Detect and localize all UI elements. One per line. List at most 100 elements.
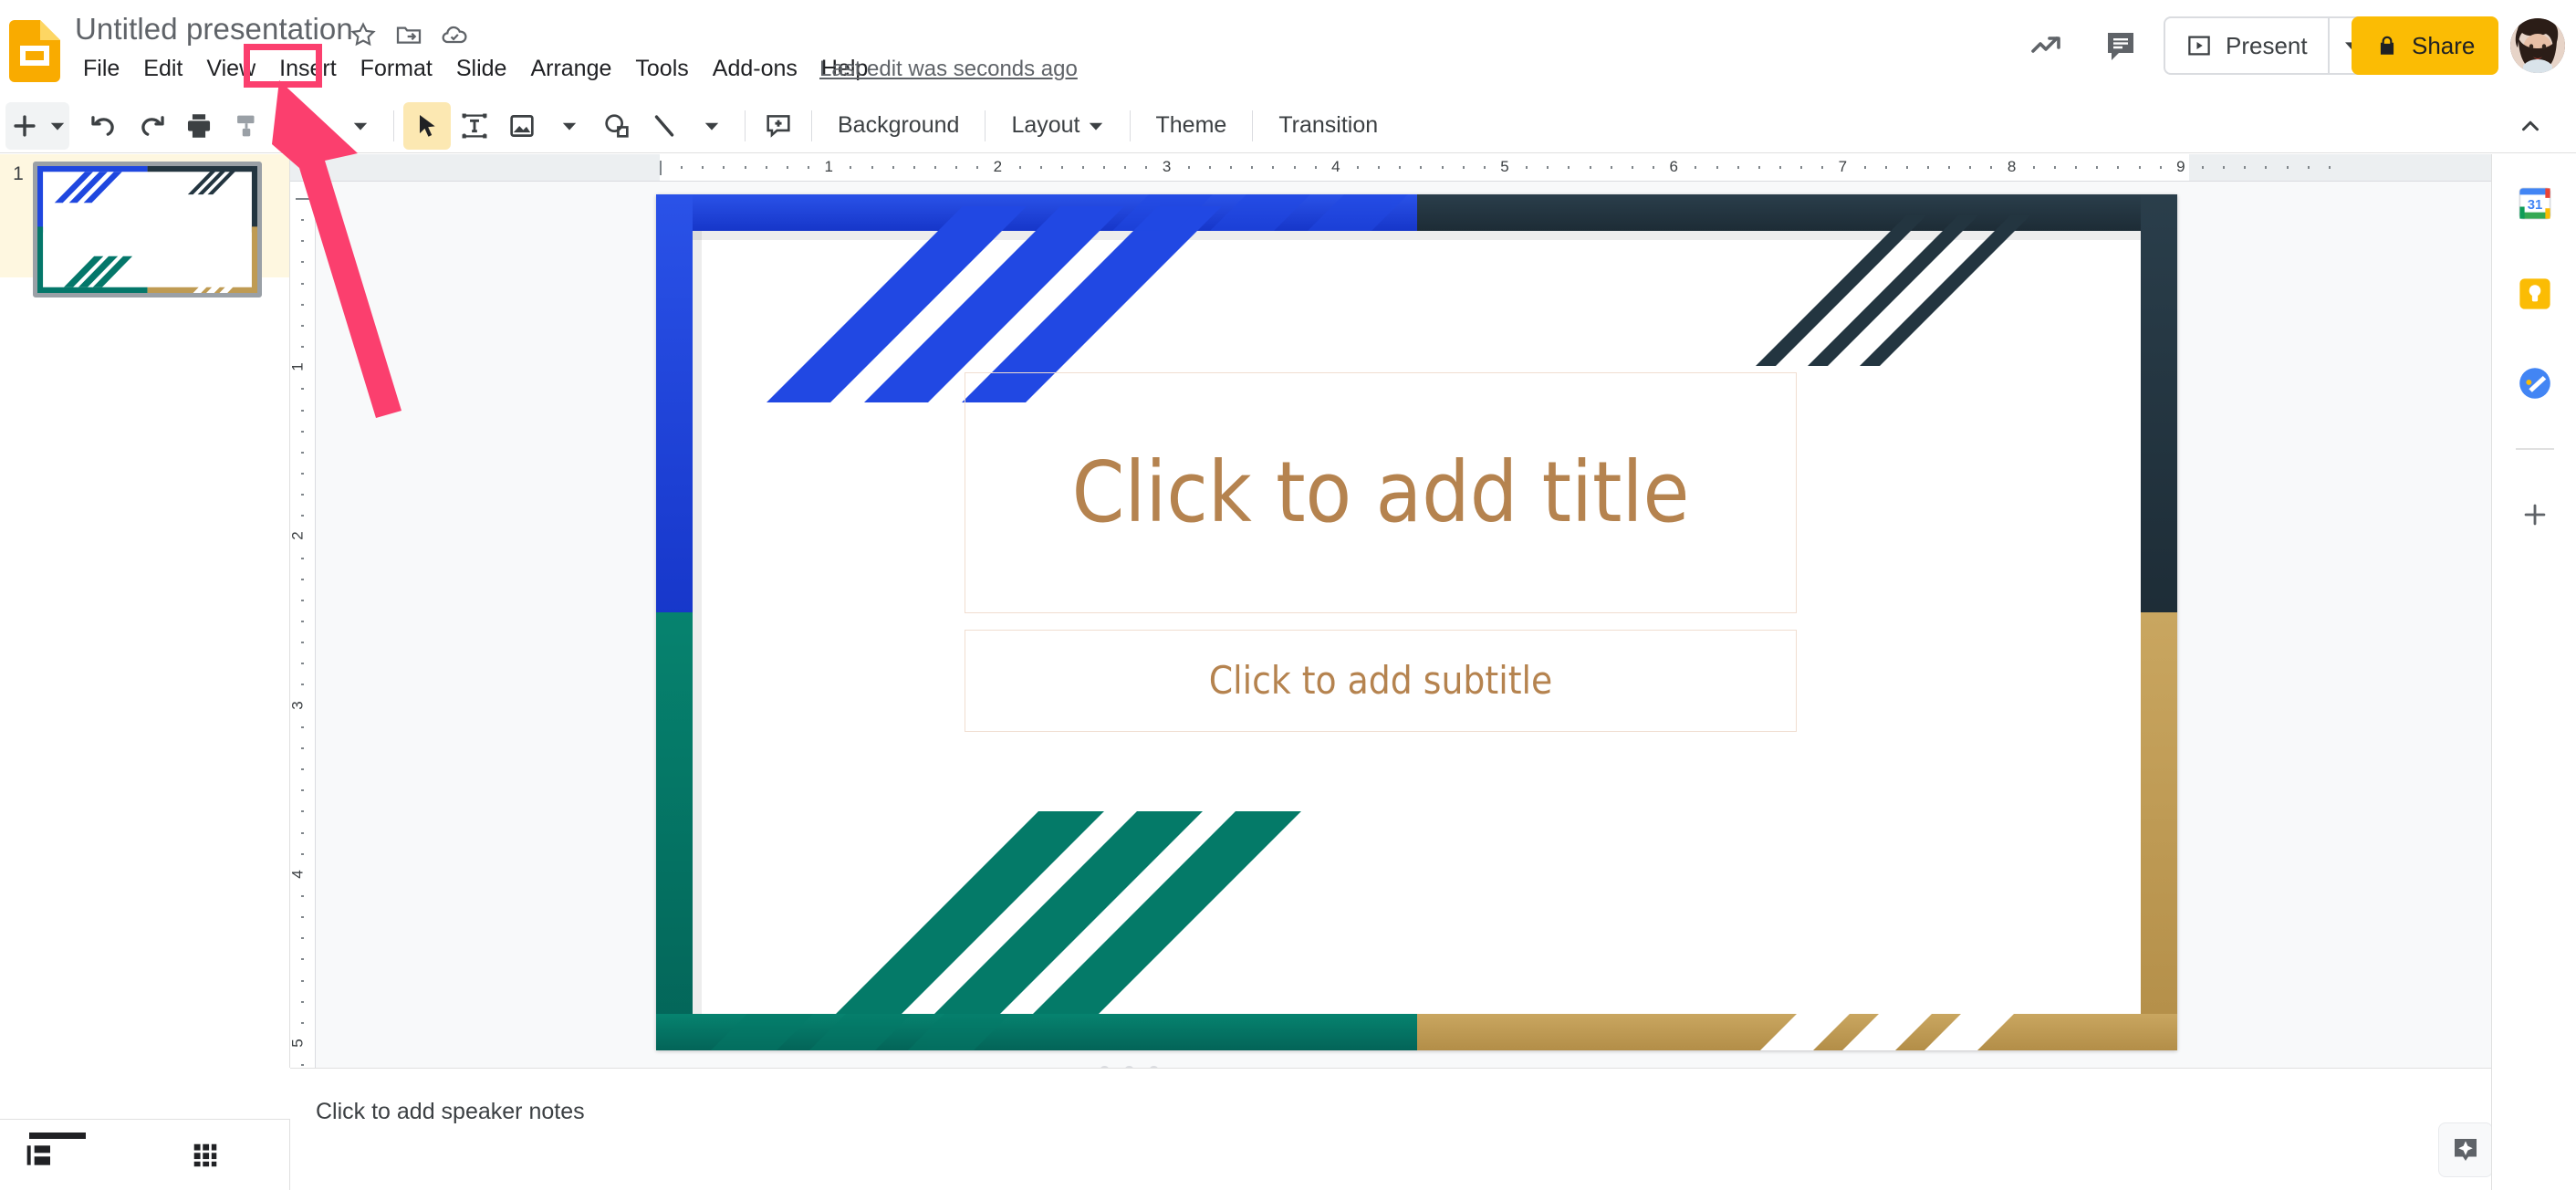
line-button[interactable] — [641, 102, 688, 150]
present-play-icon — [2185, 32, 2213, 59]
ruler-tick — [2032, 166, 2035, 169]
ruler-tick — [1145, 166, 1148, 169]
ruler-tick — [744, 166, 746, 169]
redo-button[interactable] — [128, 102, 175, 150]
last-edit-status[interactable]: Last edit was seconds ago — [819, 57, 1078, 82]
subtitle-placeholder[interactable]: Click to add subtitle — [965, 630, 1797, 732]
ruler-tick — [301, 1064, 304, 1067]
insert-image-icon — [506, 110, 537, 141]
speaker-notes-pane[interactable]: Click to add speaker notes — [290, 1068, 2576, 1190]
menu-file[interactable]: File — [71, 53, 131, 85]
menu-arrange[interactable]: Arrange — [518, 53, 623, 85]
ruler-tick — [2223, 166, 2226, 169]
collapse-toolbar-button[interactable] — [2507, 102, 2554, 150]
new-slide-button[interactable] — [5, 101, 69, 150]
paint-format-button[interactable] — [223, 102, 270, 150]
zoom-options-caret[interactable] — [337, 102, 384, 150]
menu-view[interactable]: View — [194, 53, 267, 85]
ruler-tick — [1420, 166, 1423, 169]
add-side-app-button[interactable] — [2516, 496, 2554, 534]
image-options-caret[interactable] — [546, 102, 593, 150]
grid-view-toggle[interactable] — [184, 1136, 226, 1174]
chevron-down-icon — [704, 118, 720, 134]
ruler-tick — [1821, 166, 1824, 169]
zoom-button[interactable] — [289, 102, 337, 150]
menu-tools[interactable]: Tools — [623, 53, 700, 85]
keep-side-icon[interactable] — [2516, 275, 2554, 313]
activity-dashboard-icon[interactable] — [2026, 24, 2070, 68]
cloud-saved-icon[interactable] — [440, 20, 469, 49]
ruler-tick — [1589, 166, 1591, 169]
ruler-tick — [301, 282, 304, 285]
menu-edit[interactable]: Edit — [131, 53, 194, 85]
filmstrip-view-toggle[interactable] — [18, 1133, 86, 1174]
vertical-ruler[interactable]: 1 2 3 4 5 — [290, 182, 316, 1068]
explore-button[interactable] — [2438, 1122, 2493, 1177]
title-placeholder[interactable]: Click to add title — [965, 372, 1797, 613]
ruler-tick — [1526, 166, 1528, 169]
text-box-button[interactable] — [451, 102, 498, 150]
print-button[interactable] — [175, 102, 223, 150]
ruler-tick — [1356, 166, 1359, 169]
toolbar-divider — [745, 110, 746, 141]
ruler-number: 8 — [2007, 158, 2017, 175]
move-to-folder-icon[interactable] — [394, 20, 423, 49]
slide-filmstrip-panel: 1 — [0, 154, 290, 1068]
ruler-tick — [301, 663, 304, 665]
ruler-tick — [1695, 166, 1697, 169]
background-button[interactable]: Background — [821, 102, 975, 150]
page-title[interactable]: Untitled presentation — [75, 12, 353, 47]
ruler-corner — [290, 154, 316, 182]
slide-canvas-area[interactable]: Click to add title Click to add subtitle — [316, 182, 2576, 1068]
ruler-number: 6 — [1669, 158, 1678, 175]
cursor-select-icon — [412, 111, 442, 141]
filmstrip-slide-1[interactable]: 1 — [0, 154, 289, 298]
ruler-number: 4 — [290, 870, 307, 879]
menu-addons[interactable]: Add-ons — [701, 53, 809, 85]
ruler-tick — [955, 166, 958, 169]
ruler-tick — [301, 831, 304, 834]
chevron-down-icon — [1088, 118, 1104, 134]
ruler-tick — [301, 430, 304, 433]
select-tool-button[interactable] — [403, 101, 451, 150]
slides-logo-icon[interactable] — [9, 20, 60, 82]
ruler-number: 3 — [290, 700, 307, 710]
ruler-tick — [808, 166, 810, 169]
calendar-side-icon[interactable]: 31 — [2516, 184, 2554, 223]
comment-history-icon[interactable] — [2099, 24, 2143, 68]
ruler-tick — [301, 599, 304, 601]
ruler-tick — [301, 578, 304, 580]
avatar[interactable] — [2510, 18, 2565, 73]
theme-button[interactable]: Theme — [1140, 102, 1244, 150]
ruler-tick — [301, 303, 304, 306]
transition-button[interactable]: Transition — [1262, 102, 1394, 150]
present-button-label: Present — [2226, 31, 2308, 59]
ruler-tick — [301, 388, 304, 391]
ruler-tick — [301, 557, 304, 559]
layout-button[interactable]: Layout — [995, 102, 1120, 150]
slide-thumbnail[interactable] — [33, 162, 262, 298]
current-slide[interactable]: Click to add title Click to add subtitle — [656, 194, 2177, 1050]
horizontal-ruler[interactable]: 1 2 3 4 5 6 7 8 9 — [316, 154, 2576, 182]
add-comment-button[interactable] — [755, 102, 802, 150]
tasks-side-icon[interactable] — [2516, 364, 2554, 402]
present-button[interactable]: Present — [2165, 18, 2328, 73]
undo-button[interactable] — [80, 102, 128, 150]
active-view-underline — [29, 1133, 86, 1139]
ruler-tick — [1272, 166, 1275, 169]
star-icon[interactable] — [349, 20, 378, 49]
line-options-caret[interactable] — [688, 102, 735, 150]
menu-insert[interactable]: Insert — [267, 53, 349, 85]
insert-image-button[interactable] — [498, 102, 546, 150]
ruler-tick — [1230, 166, 1233, 169]
ruler-tick — [1736, 166, 1739, 169]
ruler-tick — [301, 1021, 304, 1024]
shape-button[interactable] — [593, 102, 641, 150]
menu-format[interactable]: Format — [349, 53, 444, 85]
ruler-tick — [1610, 166, 1612, 169]
ruler-tick — [1399, 166, 1402, 169]
share-button[interactable]: Share — [2352, 16, 2499, 75]
ruler-tick — [1251, 166, 1254, 169]
ruler-number: 5 — [1500, 158, 1509, 175]
menu-slide[interactable]: Slide — [444, 53, 519, 85]
